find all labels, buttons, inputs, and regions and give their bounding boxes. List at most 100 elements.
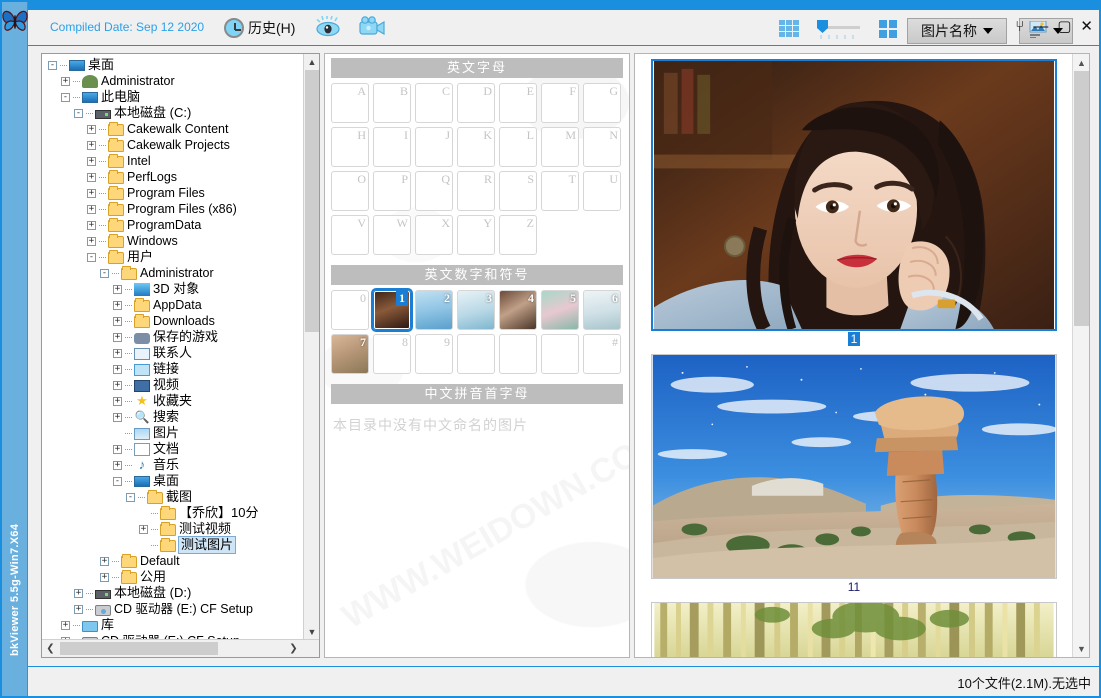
close-button[interactable]: ✕ xyxy=(1080,19,1093,34)
letter-cell[interactable]: K xyxy=(457,127,495,167)
preview-vertical-scrollbar[interactable]: ▲ ▼ xyxy=(1072,54,1089,657)
tree-node[interactable]: + 本地磁盘 (D:) xyxy=(48,585,304,601)
grid-9-icon[interactable] xyxy=(779,20,801,37)
expand-toggle-icon[interactable]: + xyxy=(100,572,109,582)
letter-cell[interactable]: T xyxy=(541,171,579,211)
digit-thumbnail-cell[interactable]: 2 xyxy=(415,290,453,330)
letter-cell[interactable]: P xyxy=(373,171,411,211)
digit-thumbnail-cell[interactable]: 1 xyxy=(371,288,413,332)
tree-node[interactable]: + Intel xyxy=(48,153,304,169)
tree-node[interactable]: - 此电脑 xyxy=(48,89,304,105)
digit-cell[interactable] xyxy=(457,334,495,374)
letter-cell[interactable]: N xyxy=(583,127,621,167)
letter-cell[interactable]: G xyxy=(583,83,621,123)
collapse-toggle-icon[interactable]: - xyxy=(48,60,57,70)
digit-thumbnail-cell[interactable]: 3 xyxy=(457,290,495,330)
letter-cell[interactable]: F xyxy=(541,83,579,123)
portrait-photo[interactable] xyxy=(651,59,1057,331)
tree-node[interactable]: + Administrator xyxy=(48,73,304,89)
letter-cell[interactable]: I xyxy=(373,127,411,167)
tree-node[interactable]: + 🔍 搜索 xyxy=(48,409,304,425)
expand-toggle-icon[interactable]: + xyxy=(113,284,122,294)
expand-toggle-icon[interactable]: + xyxy=(61,620,70,630)
letter-cell[interactable]: U xyxy=(583,171,621,211)
minimize-button[interactable]: — xyxy=(1033,19,1048,34)
expand-toggle-icon[interactable]: + xyxy=(74,588,83,598)
settings-button[interactable]: ⑂ xyxy=(1015,19,1024,34)
digit-thumbnail-cell[interactable]: 4 xyxy=(499,290,537,330)
bamboo-forest-photo[interactable] xyxy=(651,602,1057,657)
scroll-thumb-h[interactable] xyxy=(60,642,218,655)
slideshow-button[interactable] xyxy=(358,14,388,42)
collapse-toggle-icon[interactable]: - xyxy=(74,108,83,118)
letter-cell[interactable]: E xyxy=(499,83,537,123)
tree-horizontal-scrollbar[interactable]: ❮ ❯ xyxy=(42,639,319,657)
grid-4-icon[interactable] xyxy=(879,20,898,38)
collapse-toggle-icon[interactable]: - xyxy=(126,492,135,502)
tree-node[interactable]: + 链接 xyxy=(48,361,304,377)
letter-cell[interactable]: R xyxy=(457,171,495,211)
letter-cell[interactable]: C xyxy=(415,83,453,123)
digit-cell[interactable]: 8 xyxy=(373,334,411,374)
letter-cell[interactable]: S xyxy=(499,171,537,211)
tree-node[interactable]: + ★ 收藏夹 xyxy=(48,393,304,409)
digit-thumbnail-cell[interactable]: 6 xyxy=(583,290,621,330)
expand-toggle-icon[interactable]: + xyxy=(113,316,122,326)
digit-cell[interactable]: 9 xyxy=(415,334,453,374)
preview-item[interactable] xyxy=(635,602,1073,657)
scroll-down-icon[interactable]: ▼ xyxy=(304,624,319,640)
tree-node[interactable]: + 文档 xyxy=(48,441,304,457)
tree-node[interactable]: + 测试视频 xyxy=(48,521,304,537)
letter-cell[interactable]: D xyxy=(457,83,495,123)
letter-cell[interactable]: Y xyxy=(457,215,495,255)
tree-node[interactable]: - 桌面 xyxy=(48,57,304,73)
sort-mode-combo[interactable]: 图片名称 xyxy=(907,18,1007,44)
tree-node[interactable]: 图片 xyxy=(48,425,304,441)
tree-node[interactable]: 测试图片 xyxy=(48,536,304,554)
tree-node[interactable]: 【乔欣】10分 xyxy=(48,505,304,521)
tree-node[interactable]: + 联系人 xyxy=(48,345,304,361)
tree-node[interactable]: + 视频 xyxy=(48,377,304,393)
collapse-toggle-icon[interactable]: - xyxy=(113,476,122,486)
expand-toggle-icon[interactable]: + xyxy=(113,444,122,454)
desert-rock-photo[interactable] xyxy=(651,354,1057,579)
digit-thumbnail-cell[interactable]: 7 xyxy=(331,334,369,374)
scroll-down-icon[interactable]: ▼ xyxy=(1073,640,1089,657)
letter-cell[interactable]: V xyxy=(331,215,369,255)
history-button[interactable]: 历史(H) xyxy=(224,14,295,42)
digit-cell[interactable] xyxy=(499,334,537,374)
expand-toggle-icon[interactable]: + xyxy=(139,524,148,534)
expand-toggle-icon[interactable]: + xyxy=(113,300,122,310)
tree-node[interactable]: + 保存的游戏 xyxy=(48,329,304,345)
letter-cell[interactable]: O xyxy=(331,171,369,211)
scroll-up-icon[interactable]: ▲ xyxy=(304,54,319,70)
tree-node[interactable]: + CD 驱动器 (E:) CF Setup xyxy=(48,601,304,617)
expand-toggle-icon[interactable]: + xyxy=(87,124,96,134)
tree-node[interactable]: - 用户 xyxy=(48,249,304,265)
tree-node[interactable]: + Program Files xyxy=(48,185,304,201)
scroll-thumb[interactable] xyxy=(305,70,319,332)
preview-item[interactable]: 1 xyxy=(635,59,1073,349)
tree-node[interactable]: + Default xyxy=(48,553,304,569)
digit-cell[interactable]: # xyxy=(583,334,621,374)
letter-cell[interactable]: B xyxy=(373,83,411,123)
tree-node[interactable]: + ProgramData xyxy=(48,217,304,233)
letter-cell[interactable]: J xyxy=(415,127,453,167)
preview-item[interactable]: 11 xyxy=(635,354,1073,597)
expand-toggle-icon[interactable]: + xyxy=(87,140,96,150)
maximize-button[interactable]: ▢ xyxy=(1057,19,1071,34)
tree-node[interactable]: + AppData xyxy=(48,297,304,313)
expand-toggle-icon[interactable]: + xyxy=(87,236,96,246)
expand-toggle-icon[interactable]: + xyxy=(61,76,70,86)
collapse-toggle-icon[interactable]: - xyxy=(61,92,70,102)
expand-toggle-icon[interactable]: + xyxy=(87,172,96,182)
tree-node[interactable]: - Administrator xyxy=(48,265,304,281)
scroll-right-icon[interactable]: ❯ xyxy=(285,640,302,657)
preview-toggle-button[interactable] xyxy=(316,14,344,42)
letter-cell[interactable]: W xyxy=(373,215,411,255)
digit-thumbnail-cell[interactable]: 5 xyxy=(541,290,579,330)
tree-node[interactable]: + ♪ 音乐 xyxy=(48,457,304,473)
letter-cell[interactable]: Z xyxy=(499,215,537,255)
tree-node[interactable]: + Windows xyxy=(48,233,304,249)
collapse-toggle-icon[interactable]: - xyxy=(100,268,109,278)
